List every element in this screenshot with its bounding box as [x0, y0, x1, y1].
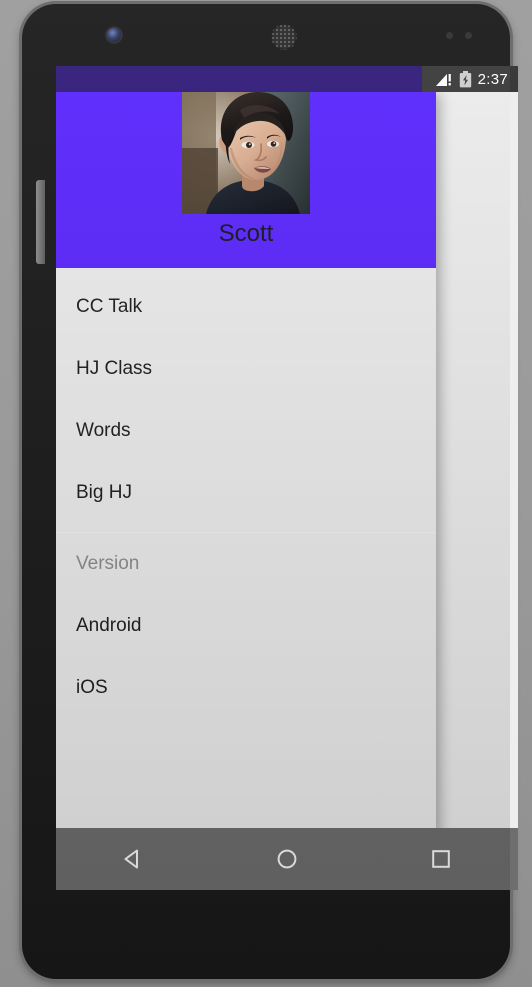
device-frame: Scott CC Talk HJ Class Words Big HJ Vers…: [0, 0, 532, 987]
drawer-header: Scott: [56, 86, 436, 268]
home-circle-icon[interactable]: [260, 832, 314, 886]
recents-square-icon[interactable]: [414, 832, 468, 886]
drawer-item-big-hj[interactable]: Big HJ: [56, 462, 436, 524]
drawer-item-android[interactable]: Android: [56, 595, 436, 657]
proximity-sensor-icon: [446, 32, 453, 39]
ambient-light-sensor-icon: [465, 32, 472, 39]
navigation-drawer: Scott CC Talk HJ Class Words Big HJ Vers…: [56, 86, 436, 864]
drawer-item-cc-talk[interactable]: CC Talk: [56, 276, 436, 338]
earpiece-speaker-icon: [271, 24, 297, 50]
drawer-item-label: Android: [76, 615, 142, 636]
volume-button-icon[interactable]: [36, 180, 45, 264]
status-icons-group: 2:37: [421, 66, 518, 92]
drawer-item-label: CC Talk: [76, 296, 143, 317]
drawer-item-label: iOS: [76, 677, 108, 698]
back-triangle-icon[interactable]: [106, 832, 160, 886]
drawer-item-hj-class[interactable]: HJ Class: [56, 338, 436, 400]
system-navigation-bar: [56, 828, 518, 890]
drawer-item-label: Words: [76, 420, 131, 441]
drawer-item-label: HJ Class: [76, 358, 153, 379]
front-camera-icon: [107, 28, 121, 42]
drawer-item-words[interactable]: Words: [56, 400, 436, 462]
phone-screen: Scott CC Talk HJ Class Words Big HJ Vers…: [56, 66, 518, 890]
signal-no-sim-icon: [435, 72, 453, 87]
drawer-menu-list: CC Talk HJ Class Words Big HJ Version An…: [56, 268, 436, 864]
user-avatar-photo[interactable]: [182, 86, 310, 214]
profile-name: Scott: [218, 220, 274, 247]
drawer-item-ios[interactable]: iOS: [56, 657, 436, 719]
status-bar: 2:37: [56, 66, 518, 92]
battery-charging-icon: [459, 70, 472, 88]
phone-body: Scott CC Talk HJ Class Words Big HJ Vers…: [22, 4, 518, 979]
drawer-item-label: Big HJ: [76, 482, 132, 503]
status-clock: 2:37: [477, 70, 508, 88]
section-header-version: Version: [56, 533, 436, 595]
section-header-label: Version: [76, 553, 140, 574]
